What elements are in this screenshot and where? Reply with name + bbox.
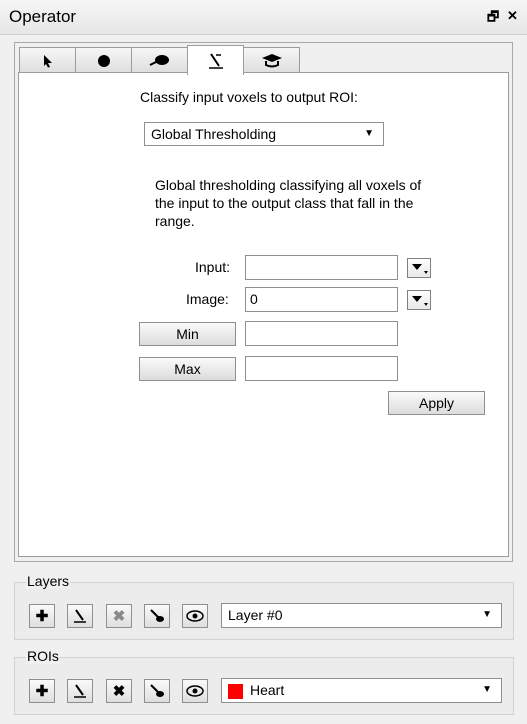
close-icon[interactable]: ✕: [507, 8, 518, 24]
brush-icon: [150, 684, 164, 697]
roi-select[interactable]: Heart ▼: [221, 678, 502, 703]
brush-roi-button[interactable]: [144, 679, 170, 703]
delete-icon: ✖: [112, 608, 126, 625]
brush-icon: [150, 609, 164, 622]
sphere-icon: [97, 54, 110, 67]
layer-select-value: Layer #0: [228, 607, 283, 623]
layers-title: Layers: [26, 573, 71, 589]
plus-icon: ✚: [35, 683, 49, 700]
operator-heading: Classify input voxels to output ROI:: [140, 89, 358, 105]
title-bar: Operator 🗗 ✕: [0, 0, 527, 35]
input-label: Input:: [195, 259, 231, 275]
dropdown-icon: [412, 264, 428, 274]
roi-select-value: Heart: [250, 682, 285, 698]
image-dropdown-button[interactable]: [407, 290, 431, 310]
input-dropdown-button[interactable]: [407, 258, 431, 278]
window-title: Operator: [9, 7, 77, 26]
layer-select[interactable]: Layer #0 ▼: [221, 603, 502, 628]
delete-roi-button[interactable]: ✖: [106, 679, 132, 703]
delete-layer-button[interactable]: ✖: [106, 604, 132, 628]
tab-hat[interactable]: [243, 47, 300, 73]
roi-color-swatch: [228, 683, 243, 699]
delete-icon: ✖: [112, 683, 126, 700]
layers-group: Layers ✚ ✖ Layer #0 ▼: [14, 573, 514, 640]
tab-pointer[interactable]: [19, 47, 76, 73]
method-select-value: Global Thresholding: [151, 126, 277, 142]
toggle-roi-visibility-button[interactable]: [182, 679, 208, 703]
region-grow-icon: [149, 54, 169, 66]
max-button[interactable]: Max: [139, 357, 236, 381]
rois-title: ROIs: [26, 648, 60, 664]
rois-group: ROIs ✚ ✖ Heart ▼: [14, 648, 514, 715]
operator-panel: Classify input voxels to output ROI: Glo…: [14, 42, 513, 562]
operator-description: Global thresholding classifying all voxe…: [155, 176, 421, 230]
edit-icon: [74, 684, 86, 698]
input-field[interactable]: [245, 255, 398, 280]
add-layer-button[interactable]: ✚: [29, 604, 55, 628]
method-select[interactable]: Global Thresholding ▼: [144, 122, 384, 146]
image-field[interactable]: 0: [245, 287, 398, 312]
float-icon[interactable]: 🗗: [487, 8, 499, 30]
apply-button[interactable]: Apply: [388, 391, 485, 415]
pointer-icon: [43, 54, 52, 67]
description-line: Global thresholding classifying all voxe…: [155, 177, 422, 193]
chevron-down-icon: ▼: [482, 684, 492, 695]
edit-layer-button[interactable]: [67, 604, 93, 628]
max-field[interactable]: [245, 356, 398, 381]
tab-content: Classify input voxels to output ROI: Glo…: [18, 72, 509, 557]
hat-icon: [261, 53, 282, 67]
edit-icon: [74, 609, 86, 623]
add-roi-button[interactable]: ✚: [29, 679, 55, 703]
eye-icon: [186, 610, 204, 622]
dropdown-icon: [412, 296, 428, 306]
tab-sphere[interactable]: [75, 47, 132, 73]
tab-threshold[interactable]: [187, 45, 244, 75]
toggle-layer-visibility-button[interactable]: [182, 604, 208, 628]
edit-roi-button[interactable]: [67, 679, 93, 703]
image-label: Image:: [186, 291, 229, 307]
min-field[interactable]: [245, 321, 398, 346]
description-line: the input to the output class that fall …: [155, 195, 414, 211]
eye-icon: [186, 685, 204, 697]
plus-icon: ✚: [35, 608, 49, 625]
tab-region-grow[interactable]: [131, 47, 188, 73]
threshold-icon: [208, 52, 223, 69]
chevron-down-icon: ▼: [364, 128, 374, 139]
description-line: range.: [155, 213, 195, 229]
brush-layer-button[interactable]: [144, 604, 170, 628]
min-button[interactable]: Min: [139, 322, 236, 346]
chevron-down-icon: ▼: [482, 609, 492, 620]
